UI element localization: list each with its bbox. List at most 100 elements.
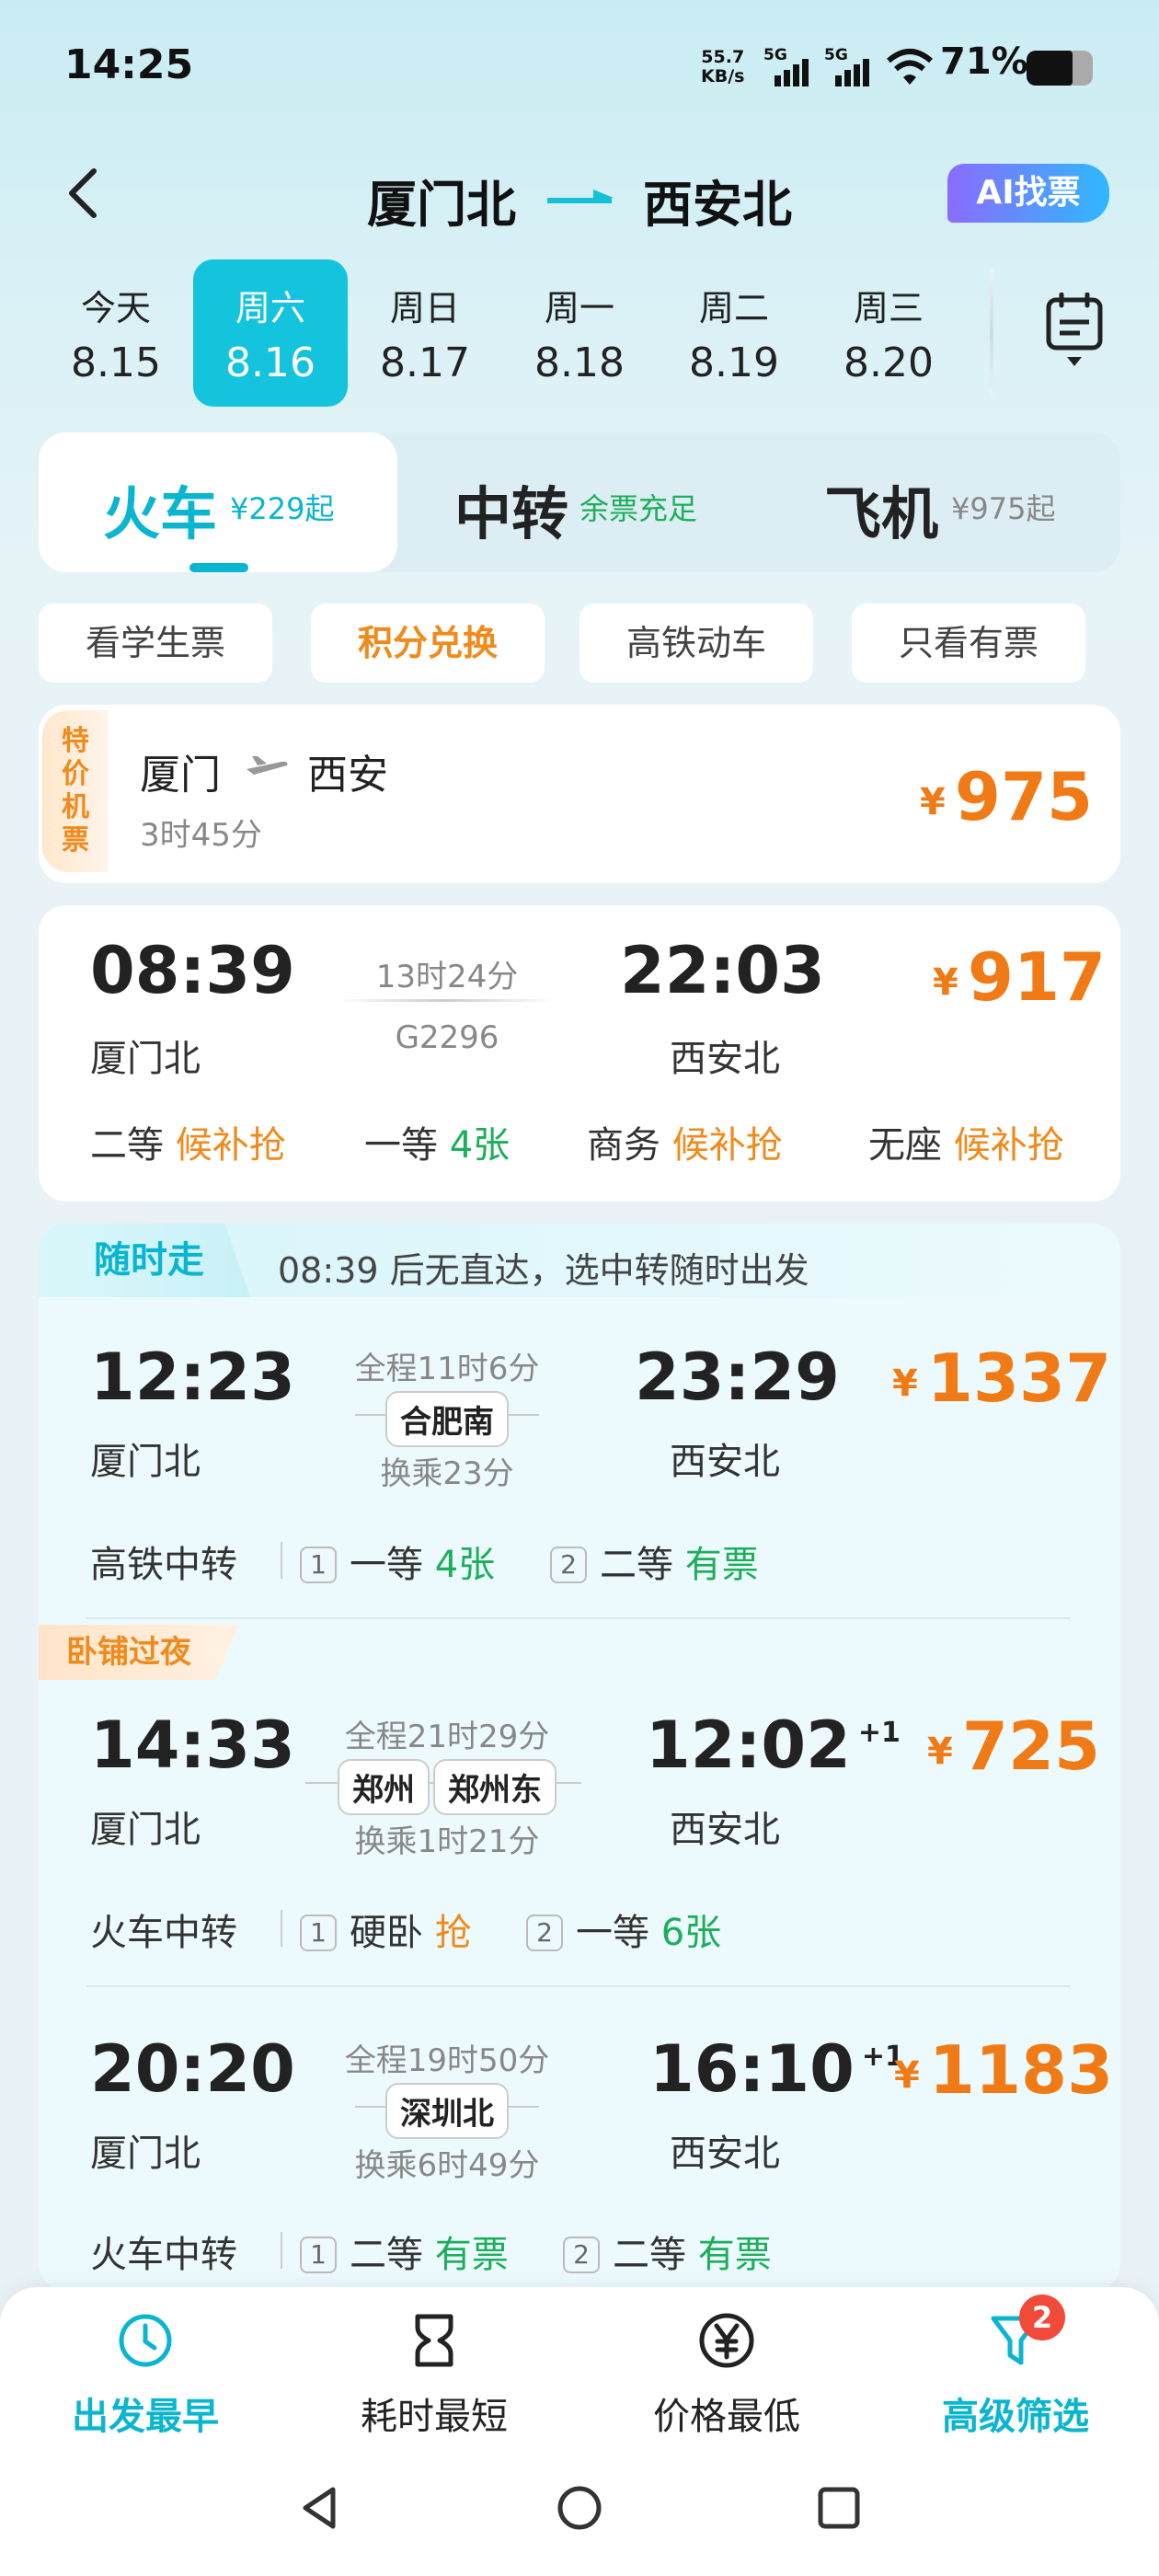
currency-symbol: ¥: [894, 2054, 920, 2097]
seat-status: 4张: [449, 1124, 511, 1167]
seat-status: 有票: [684, 1544, 759, 1586]
anytime-message: 08:39 后无直达，选中转随时出发: [278, 1250, 809, 1291]
departure-time: 14:33: [90, 1708, 295, 1783]
currency-symbol: ¥: [892, 1363, 918, 1405]
divider: [281, 2232, 282, 2269]
network-speed: 55.7 KB/s: [701, 48, 744, 86]
departure-station: 厦门北: [90, 1809, 201, 1851]
arrival-time-value: 23:29: [635, 1340, 840, 1415]
train-duration: 13时24分: [375, 959, 519, 995]
divider: [86, 1985, 1071, 1987]
currency-symbol: ¥: [933, 961, 958, 1004]
signal-type-label: 5G: [763, 46, 787, 64]
leg-1: 1 二等 有票: [300, 2225, 509, 2278]
price-value: 1337: [926, 1340, 1112, 1417]
sort-lowest-price[interactable]: 价格最低: [607, 2311, 846, 2440]
divider: [990, 269, 993, 397]
seat-class: 一等: [576, 1912, 649, 1954]
leg-number: 2: [550, 1547, 587, 1583]
anytime-tag: 随时走: [39, 1224, 250, 1297]
date-weekday: 周六: [235, 288, 305, 328]
filter-points-exchange[interactable]: 积分兑换: [311, 604, 545, 683]
tab-transfer[interactable]: 中转: [454, 467, 568, 550]
arrival-time: 23:29: [635, 1340, 840, 1415]
sort-earliest-departure[interactable]: 出发最早: [26, 2311, 265, 2440]
transfer-station: 深圳北: [385, 2083, 509, 2139]
advanced-filter[interactable]: 高级筛选: [896, 2311, 1135, 2440]
sleeper-overnight-tag: 卧铺过夜: [39, 1625, 239, 1680]
departure-station: 厦门北: [90, 2133, 201, 2175]
date-weekday: 今天: [80, 288, 151, 328]
date-tab-0818[interactable]: 周一 8.18: [502, 259, 657, 407]
seat-class: 一等: [350, 1544, 423, 1586]
seat-class: 一等: [364, 1124, 438, 1167]
leg-2: 2 二等 有票: [563, 2225, 772, 2278]
transfer-price: ¥725: [927, 1708, 1100, 1785]
seat-status: 有票: [697, 2234, 772, 2276]
seat-status: 4张: [434, 1544, 496, 1586]
net-speed-unit: KB/s: [701, 66, 745, 86]
tab-train-label[interactable]: 火车: [103, 467, 217, 550]
status-time: 14:25: [64, 41, 194, 88]
seat-second-class: 二等 候补抢: [90, 1115, 286, 1168]
seat-class: 二等: [613, 2234, 686, 2276]
total-duration: 全程21时29分: [344, 1719, 550, 1755]
transfer-stations: 深圳北: [300, 2083, 594, 2139]
filter-student-ticket[interactable]: 看学生票: [39, 604, 272, 683]
leg-2: 2 二等 有票: [550, 1535, 759, 1588]
tab-flight-price: ¥975起: [951, 491, 1056, 526]
tab-train[interactable]: [39, 432, 397, 572]
transfer-price: ¥1337: [892, 1340, 1111, 1417]
hourglass-icon: [415, 2314, 453, 2367]
nav-back-icon[interactable]: [296, 2484, 344, 2532]
calendar-icon[interactable]: [1045, 293, 1104, 370]
tab-indicator: [189, 563, 248, 572]
seat-class: 二等: [90, 1124, 164, 1167]
seat-status: 候补抢: [953, 1124, 1064, 1167]
wifi-icon: [887, 49, 933, 85]
departure-time: 12:23: [90, 1340, 295, 1415]
transfer-station: 郑州东: [433, 1759, 557, 1815]
departure-time: 08:39: [90, 933, 295, 1008]
seat-class: 商务: [587, 1124, 660, 1167]
next-day-mark: +1: [857, 1717, 901, 1749]
date-tab-0815[interactable]: 今天 8.15: [39, 259, 193, 407]
tab-flight[interactable]: 飞机: [824, 467, 938, 550]
arrival-time-value: 12:02: [646, 1708, 851, 1783]
transfer-stations: 合肥南: [318, 1391, 576, 1447]
net-speed-value: 55.7: [701, 47, 745, 67]
battery-percent: 71%: [940, 40, 1028, 83]
seat-business: 商务 候补抢: [587, 1115, 783, 1168]
departure-station: 厦门北: [90, 1441, 201, 1483]
price-value: 975: [954, 758, 1094, 835]
date-value: 8.20: [843, 339, 934, 386]
seat-status: 候补抢: [671, 1124, 783, 1167]
filter-available-only[interactable]: 只看有票: [852, 604, 1085, 683]
seat-status: 抢: [434, 1912, 472, 1954]
date-value: 8.16: [225, 339, 316, 386]
leg-number: 1: [300, 1915, 337, 1951]
date-tab-0820[interactable]: 周三 8.20: [811, 259, 966, 407]
nav-home-icon[interactable]: [556, 2484, 603, 2532]
currency-symbol: ¥: [927, 1731, 953, 1773]
seat-status: 候补抢: [175, 1124, 286, 1167]
nav-recents-icon[interactable]: [815, 2484, 863, 2532]
transfer-stations: 郑州 郑州东: [300, 1759, 594, 1815]
signal-icon-2: 5G: [824, 46, 870, 86]
date-tab-0817[interactable]: 周日 8.17: [348, 259, 502, 407]
date-tab-0819[interactable]: 周二 8.19: [657, 259, 811, 407]
price-value: 917: [967, 938, 1107, 1016]
flight-origin: 厦门: [140, 752, 221, 799]
transfer-wait: 换乘23分: [380, 1455, 514, 1492]
seat-class: 无座: [868, 1124, 942, 1167]
filter-count-badge: 2: [1019, 2294, 1065, 2340]
date-tab-0816[interactable]: 周六 8.16: [193, 259, 348, 407]
filter-high-speed[interactable]: 高铁动车: [580, 604, 813, 683]
divider: [86, 1617, 1071, 1619]
ai-find-ticket-button[interactable]: AI找票: [947, 164, 1109, 223]
sort-shortest-duration[interactable]: 耗时最短: [315, 2311, 554, 2440]
seat-class: 二等: [600, 1544, 673, 1586]
sort-label: 耗时最短: [361, 2396, 508, 2438]
flight-destination: 西安: [307, 752, 388, 799]
leg-number: 2: [563, 2237, 600, 2273]
